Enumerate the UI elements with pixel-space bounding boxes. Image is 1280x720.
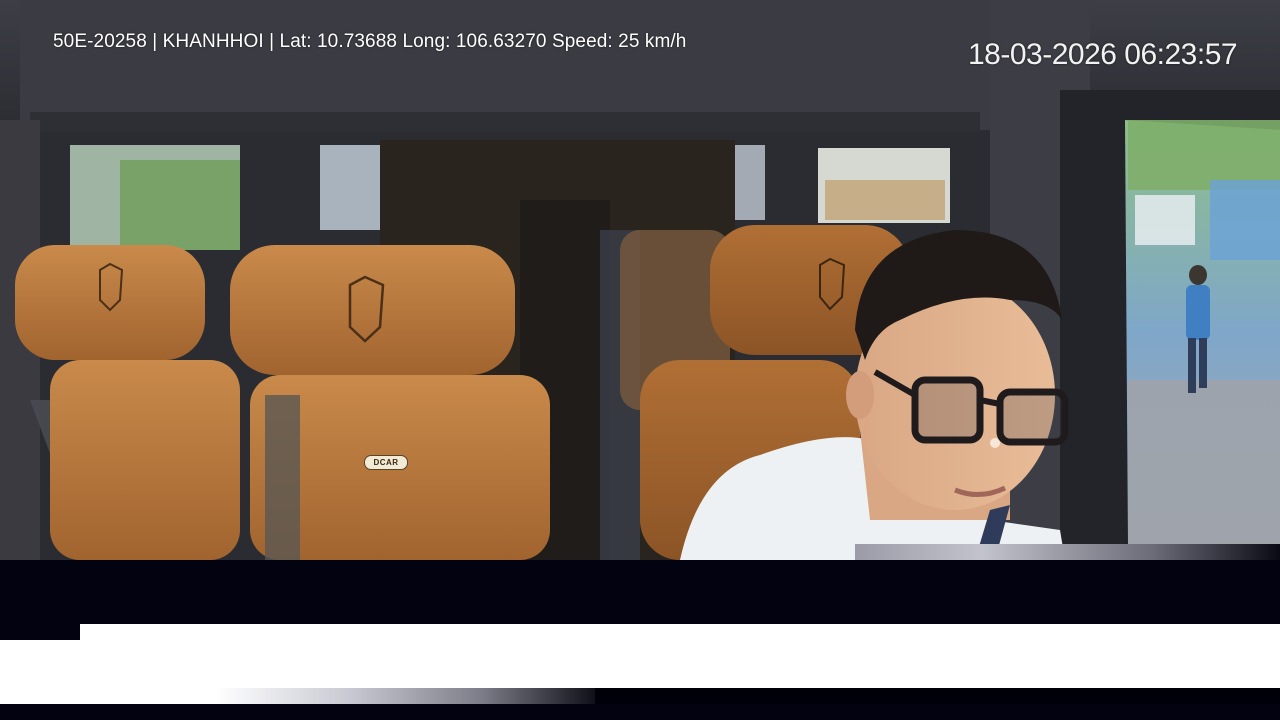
left-headrest [15,245,205,360]
seatbelt-center [265,395,300,560]
letterbox-bar-bottom [0,704,1280,720]
headliner-panel [20,0,990,130]
blank-bar-lower [0,688,215,704]
timestamp-overlay: 18-03-2026 06:23:57 [968,38,1238,71]
driver-glasses [911,376,984,444]
letterbox-notch [0,624,80,640]
left-seatback [50,360,240,560]
seat-badge: DCAR [364,455,408,470]
blank-bar-left [0,640,80,688]
gradient-artifact [215,688,595,704]
vehicle-info-overlay: 50E-20258 | KHANHHOI | Lat: 10.73688 Lon… [53,31,687,52]
blank-bar [80,624,1280,688]
rear-window-center [320,145,380,230]
dashcam-frame: DCAR 50E-20258 | KHANHHOI | Lat: 10.7368… [0,0,1280,720]
camera-feed: DCAR 50E-20258 | KHANHHOI | Lat: 10.7368… [0,0,1280,560]
center-headrest [230,245,515,375]
letterbox-bar [0,560,1280,624]
feed-edge-artifact [855,544,1280,560]
cabin-scene [0,0,1280,560]
